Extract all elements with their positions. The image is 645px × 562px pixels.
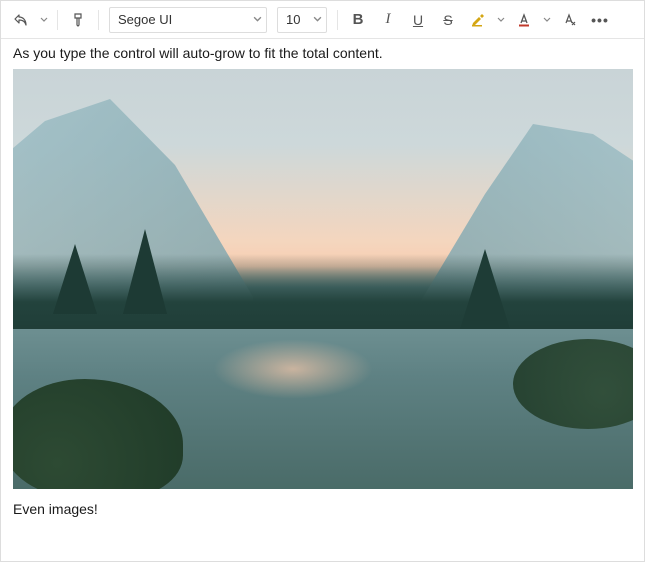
format-painter-button[interactable]: [64, 6, 92, 34]
highlight-dropdown[interactable]: [494, 6, 508, 34]
font-color-button[interactable]: [510, 6, 538, 34]
clear-formatting-button[interactable]: [556, 6, 584, 34]
paragraph[interactable]: As you type the control will auto-grow t…: [13, 45, 632, 61]
format-painter-icon: [70, 12, 86, 28]
strikethrough-button[interactable]: S: [434, 6, 462, 34]
font-family-select[interactable]: Segoe UI: [109, 7, 267, 33]
underline-icon: U: [413, 12, 423, 28]
strikethrough-icon: S: [443, 12, 452, 28]
clear-formatting-icon: [562, 12, 578, 28]
highlight-button[interactable]: [464, 6, 492, 34]
separator: [337, 10, 338, 30]
undo-icon: [13, 12, 29, 28]
font-family-value: Segoe UI: [118, 12, 253, 27]
editor-content[interactable]: As you type the control will auto-grow t…: [1, 39, 644, 561]
more-icon: •••: [591, 12, 609, 28]
paragraph[interactable]: Even images!: [13, 501, 632, 517]
font-size-select[interactable]: 10: [277, 7, 327, 33]
underline-button[interactable]: U: [404, 6, 432, 34]
bold-button[interactable]: B: [344, 6, 372, 34]
font-color-dropdown[interactable]: [540, 6, 554, 34]
separator: [98, 10, 99, 30]
separator: [57, 10, 58, 30]
font-color-icon: [516, 12, 532, 28]
undo-button[interactable]: [7, 6, 35, 34]
chevron-down-icon: [313, 15, 322, 24]
italic-button[interactable]: I: [374, 6, 402, 34]
chevron-down-icon: [497, 16, 505, 24]
chevron-down-icon: [543, 16, 551, 24]
toolbar: Segoe UI 10 B I U S: [1, 1, 644, 39]
rich-text-editor: Segoe UI 10 B I U S: [0, 0, 645, 562]
highlighter-icon: [470, 12, 486, 28]
embedded-image[interactable]: [13, 69, 633, 489]
chevron-down-icon: [40, 16, 48, 24]
chevron-down-icon: [253, 15, 262, 24]
font-size-value: 10: [286, 12, 313, 27]
more-button[interactable]: •••: [586, 6, 614, 34]
undo-dropdown[interactable]: [37, 6, 51, 34]
italic-icon: I: [386, 11, 391, 28]
bold-icon: B: [353, 11, 364, 28]
